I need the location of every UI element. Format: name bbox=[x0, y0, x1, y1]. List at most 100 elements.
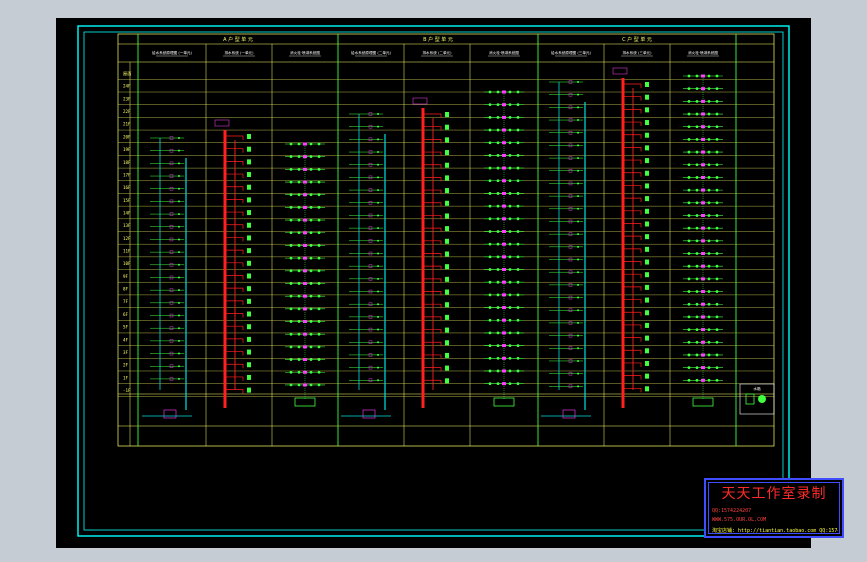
floor-label: 10F bbox=[123, 261, 131, 266]
drain-branch bbox=[623, 375, 642, 380]
sprinkler-head bbox=[695, 176, 699, 179]
alarm-valve bbox=[701, 87, 705, 91]
sprinkler-head bbox=[488, 204, 492, 208]
fixture-trap bbox=[645, 246, 649, 252]
column-header: 排水系统 (二单元) bbox=[422, 50, 452, 55]
fixture-trap bbox=[645, 82, 649, 87]
sprinkler-head bbox=[715, 188, 719, 192]
alarm-valve bbox=[701, 277, 705, 281]
sprinkler-head bbox=[695, 290, 699, 293]
sprinkler-head bbox=[687, 99, 691, 103]
sprinkler-head bbox=[297, 231, 301, 235]
sprinkler-head bbox=[508, 293, 512, 297]
stamp-shop-link[interactable]: 淘宝店铺: http://tiantian.taobao.com QQ:1574… bbox=[712, 527, 838, 534]
sprinkler-head bbox=[496, 331, 500, 335]
sprinkler-head bbox=[516, 382, 520, 386]
sprinkler-head bbox=[508, 344, 512, 347]
sprinkler-head bbox=[707, 340, 711, 344]
fixture-trap bbox=[247, 324, 251, 330]
column-header: 消火栓·喷淋系统图 bbox=[489, 50, 519, 55]
sprinkler-head bbox=[496, 103, 500, 107]
risers bbox=[142, 67, 723, 419]
alarm-valve bbox=[502, 293, 506, 297]
floor-label: 17F bbox=[123, 172, 131, 177]
fixture-trap bbox=[645, 386, 649, 392]
fixture-trap bbox=[247, 172, 251, 178]
valve bbox=[577, 119, 579, 122]
floor-label: 21F bbox=[123, 122, 131, 127]
valve bbox=[377, 265, 379, 268]
fixture-trap bbox=[247, 210, 251, 216]
sprinkler-head bbox=[695, 252, 699, 255]
sprinkler-head bbox=[496, 255, 500, 259]
fixture-trap bbox=[247, 197, 251, 203]
valve bbox=[577, 296, 579, 299]
valve bbox=[577, 207, 579, 210]
sprinkler-head bbox=[687, 264, 691, 268]
sprinkler-head bbox=[309, 231, 313, 235]
fixture-trap bbox=[445, 124, 449, 130]
drain-branch bbox=[623, 261, 642, 266]
sprinkler-head bbox=[707, 378, 711, 382]
alarm-valve bbox=[303, 383, 307, 387]
stamp-website[interactable]: WWW.575.OUR.OL.COM bbox=[712, 517, 838, 523]
alarm-valve bbox=[303, 180, 307, 184]
alarm-valve bbox=[502, 115, 506, 119]
alarm-valve bbox=[701, 125, 705, 129]
sprinkler-head bbox=[488, 154, 492, 157]
sprinkler-head bbox=[516, 128, 520, 132]
sprinkler-head bbox=[488, 166, 492, 170]
alarm-valve bbox=[701, 353, 705, 357]
sprinkler-head bbox=[707, 150, 711, 154]
drain-branch bbox=[225, 249, 244, 255]
sprinkler-head bbox=[508, 90, 512, 94]
sprinkler-head bbox=[309, 218, 313, 222]
sprinkler-head bbox=[289, 294, 293, 298]
alarm-valve bbox=[303, 256, 307, 260]
sprinkler-head bbox=[496, 318, 500, 322]
valve bbox=[577, 182, 579, 185]
fixture-trap bbox=[645, 208, 649, 214]
sprinkler-head bbox=[516, 166, 520, 170]
sprinkler-head bbox=[707, 74, 711, 78]
floor-label: 7F bbox=[123, 299, 129, 304]
drain-branch bbox=[623, 210, 642, 215]
sprinkler-head bbox=[317, 294, 321, 298]
sprinkler-head bbox=[687, 176, 691, 179]
alarm-valve bbox=[701, 290, 705, 294]
valve bbox=[377, 163, 379, 166]
column-header: 消火栓·喷淋系统图 bbox=[688, 50, 718, 55]
sprinkler-head bbox=[508, 115, 512, 119]
fixture-trap bbox=[247, 235, 251, 241]
sprinkler-head bbox=[496, 344, 500, 347]
sprinkler-head bbox=[496, 242, 500, 246]
sprinkler-head bbox=[715, 353, 719, 357]
sprinkler-head bbox=[687, 74, 691, 78]
alarm-valve bbox=[502, 255, 506, 259]
sprinkler-head bbox=[496, 154, 500, 157]
sprinkler-head bbox=[687, 340, 691, 344]
valve bbox=[178, 352, 180, 355]
sprinkler-head bbox=[508, 154, 512, 157]
sprinkler-head bbox=[496, 115, 500, 119]
floor-label: 3F bbox=[123, 350, 129, 355]
sprinkler-head bbox=[317, 307, 321, 311]
sprinkler-head bbox=[687, 315, 691, 319]
sprinkler-head bbox=[317, 142, 321, 146]
drain-branch bbox=[225, 262, 244, 267]
sprinkler-head bbox=[317, 332, 321, 336]
sprinkler-head bbox=[496, 192, 500, 195]
floor-label: 14F bbox=[123, 210, 131, 215]
alarm-valve bbox=[502, 369, 506, 373]
valve bbox=[377, 277, 379, 280]
sprinkler-head bbox=[687, 277, 691, 281]
sprinkler-head bbox=[516, 293, 520, 297]
sprinkler-head bbox=[488, 128, 492, 132]
sprinkler-head bbox=[508, 230, 512, 233]
fixture-trap bbox=[247, 273, 251, 279]
sprinkler-head bbox=[695, 264, 699, 268]
alarm-valve bbox=[701, 239, 705, 243]
sprinkler-head bbox=[707, 277, 711, 281]
pump-unit bbox=[692, 397, 714, 407]
valve bbox=[178, 187, 180, 190]
